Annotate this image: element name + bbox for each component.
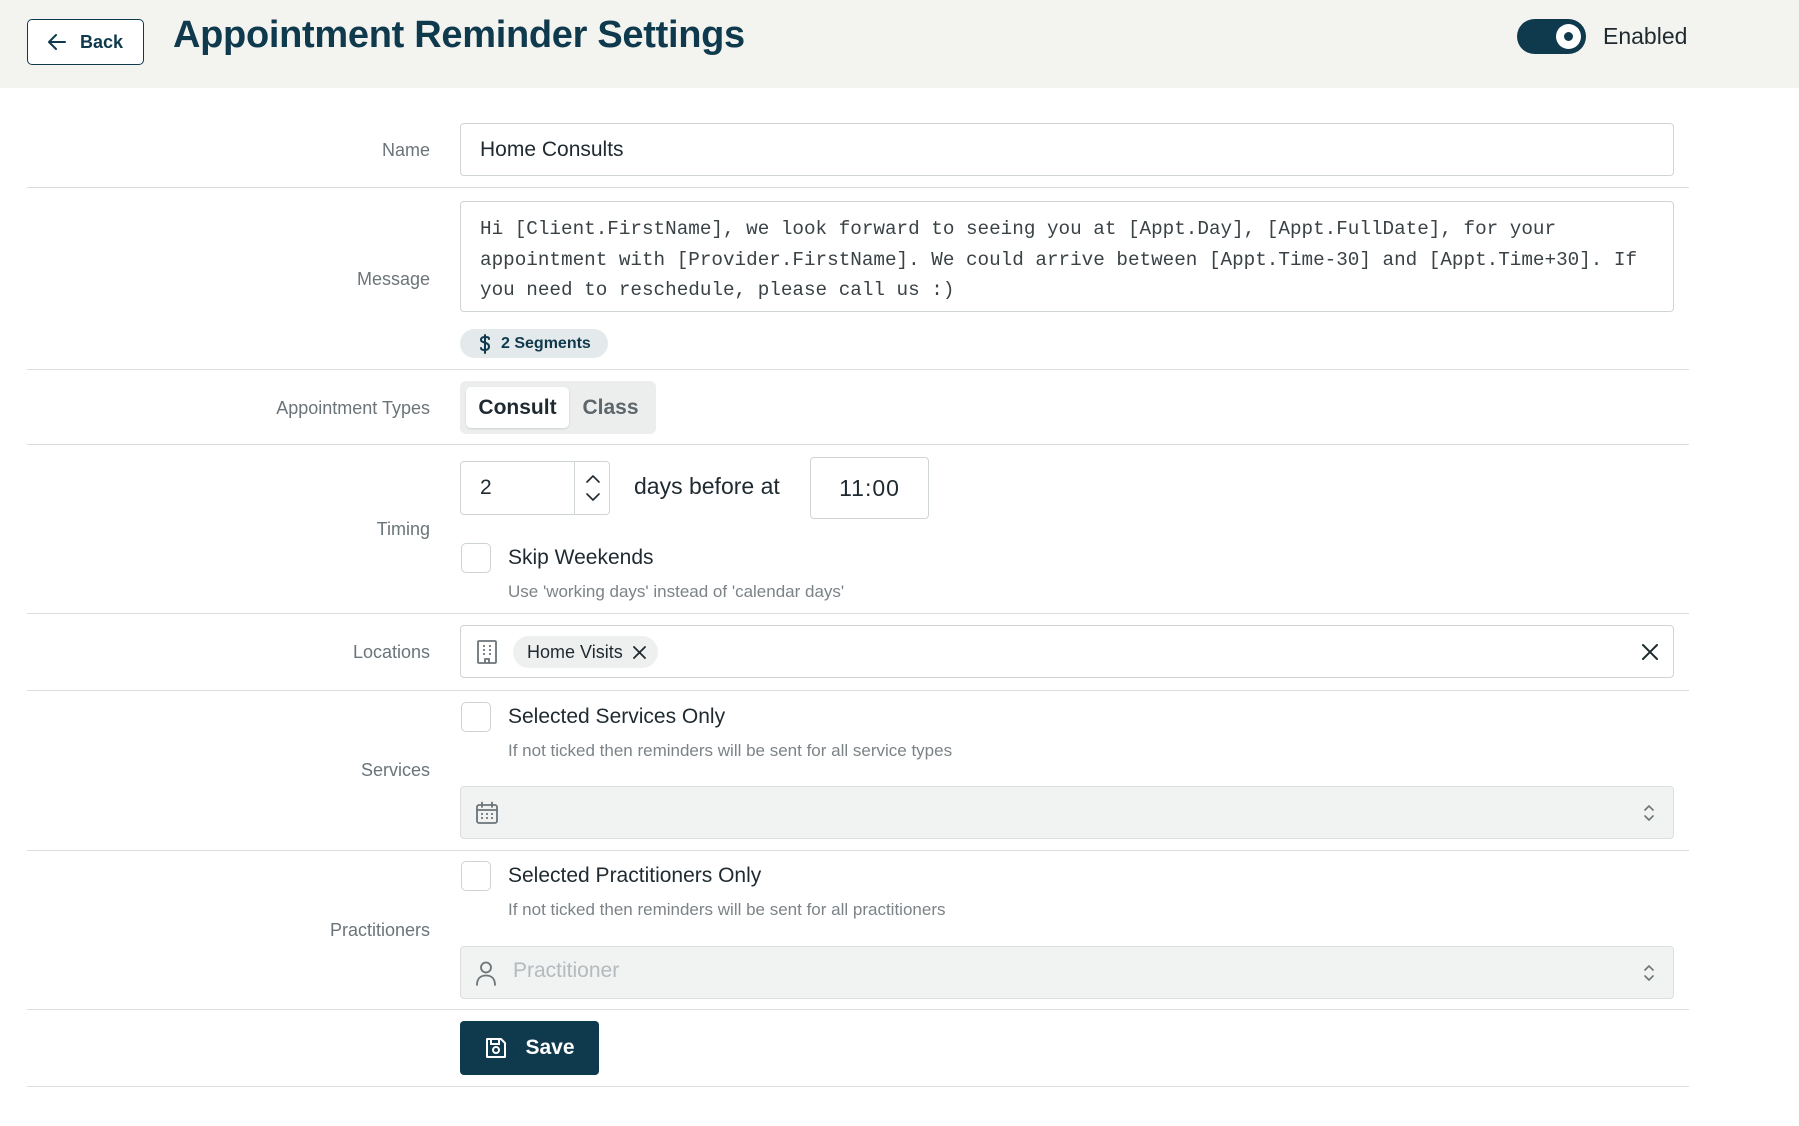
divider [27, 1009, 1689, 1010]
header-bar: Back Appointment Reminder Settings Enabl… [0, 0, 1799, 88]
selected-practitioners-help: If not ticked then reminders will be sen… [508, 900, 946, 919]
time-input[interactable]: 11:00 [810, 457, 929, 519]
appointment-types-label: Appointment Types [276, 398, 430, 418]
selected-services-checkbox[interactable] [461, 702, 491, 732]
selected-practitioners-checkbox[interactable] [461, 861, 491, 891]
message-textarea[interactable]: Hi [Client.FirstName], we look forward t… [460, 201, 1674, 312]
divider [27, 1086, 1689, 1087]
locations-label: Locations [352, 642, 430, 662]
name-label: Name [381, 140, 430, 160]
chevron-down-icon[interactable] [585, 493, 600, 501]
building-icon [476, 639, 498, 665]
days-before-text: days before at [634, 473, 780, 499]
divider [27, 850, 1689, 851]
save-button-label: Save [525, 1036, 575, 1059]
segments-label: 2 Segments [501, 334, 591, 352]
practitioner-placeholder: Practitioner [513, 959, 620, 982]
practitioners-select[interactable] [460, 946, 1674, 999]
appointment-type-consult[interactable]: Consult [466, 387, 569, 428]
enabled-label: Enabled [1603, 23, 1688, 49]
chevron-up-icon[interactable] [585, 475, 600, 483]
timing-label: Timing [376, 519, 430, 539]
location-chip-label: Home Visits [527, 641, 623, 662]
practitioners-label: Practitioners [329, 920, 430, 940]
chevron-updown-icon [1643, 963, 1655, 983]
enabled-toggle[interactable] [1517, 19, 1586, 54]
appointment-type-class[interactable]: Class [569, 387, 652, 428]
message-label: Message [356, 269, 430, 289]
dollar-icon [479, 333, 491, 354]
divider [27, 444, 1689, 445]
chevron-updown-icon [1643, 803, 1655, 823]
clear-locations-icon[interactable] [1641, 643, 1659, 661]
name-input[interactable]: Home Consults [460, 123, 1674, 176]
skip-weekends-checkbox[interactable] [461, 543, 491, 573]
divider [27, 187, 1689, 188]
stepper-buttons [574, 462, 610, 514]
arrow-left-icon [47, 34, 66, 50]
divider [27, 613, 1689, 614]
divider [27, 369, 1689, 370]
selected-services-label: Selected Services Only [508, 705, 726, 728]
services-label: Services [360, 760, 430, 780]
selected-practitioners-label: Selected Practitioners Only [508, 864, 762, 887]
appointment-type-selector: Consult Class [460, 381, 656, 434]
skip-weekends-help: Use 'working days' instead of 'calendar … [508, 582, 845, 601]
selected-services-help: If not ticked then reminders will be sen… [508, 741, 953, 760]
back-button-label: Back [79, 31, 124, 52]
days-stepper[interactable]: 2 [460, 461, 610, 515]
calendar-icon [475, 801, 499, 825]
divider [27, 690, 1689, 691]
location-chip: Home Visits [513, 636, 658, 668]
save-icon [484, 1036, 508, 1060]
user-icon [475, 960, 497, 986]
days-value: 2 [480, 476, 492, 499]
page-title: Appointment Reminder Settings [173, 14, 745, 56]
segments-badge: 2 Segments [460, 329, 608, 358]
save-button[interactable]: Save [460, 1021, 599, 1075]
services-select[interactable] [460, 786, 1674, 839]
back-button[interactable]: Back [27, 19, 144, 65]
skip-weekends-label: Skip Weekends [508, 546, 654, 569]
toggle-knob [1556, 24, 1581, 49]
close-icon[interactable] [632, 645, 646, 659]
